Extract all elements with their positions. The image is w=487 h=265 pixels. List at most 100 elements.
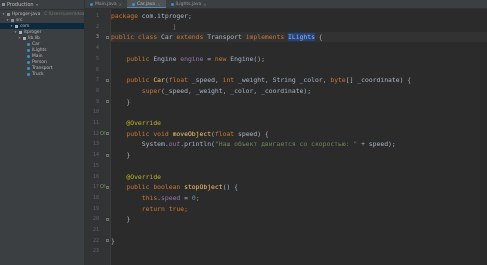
fold-icon[interactable] — [106, 217, 109, 221]
tab-main[interactable]: Main.java × — [85, 0, 127, 8]
code-token: } — [111, 236, 115, 245]
code-token: = — [203, 54, 215, 63]
code-token: ; — [184, 204, 188, 213]
code-line[interactable]: public class Car extends Transport imple… — [111, 32, 487, 43]
expand-arrow-icon: ▾ — [10, 24, 13, 28]
code-token: speed) { — [238, 129, 269, 138]
code-line[interactable]: } — [111, 236, 487, 246]
code-token: System. — [111, 140, 169, 149]
code-line[interactable]: @Override — [111, 172, 487, 182]
code-token: Transport — [207, 33, 246, 42]
line-number: 12 — [92, 130, 99, 137]
line-number: 23 — [92, 248, 99, 255]
code-token: new — [214, 54, 231, 63]
close-icon[interactable]: × — [157, 2, 160, 7]
fold-icon[interactable] — [106, 239, 109, 243]
code-token: [] _coordinate) { — [345, 76, 412, 85]
code-token: _speed, — [191, 76, 223, 85]
line-number: 21 — [92, 227, 99, 233]
close-icon[interactable]: × — [119, 2, 122, 7]
code-token: Engine — [153, 54, 181, 63]
fold-icon[interactable] — [106, 153, 109, 157]
code-line[interactable]: System.out.println("Наш объект двигается… — [111, 139, 487, 149]
code-line[interactable]: public Engine engine = new Engine(); — [111, 54, 487, 64]
tree-item-label: com — [20, 23, 30, 29]
tree-item-label: itproger — [24, 29, 42, 35]
code-line[interactable]: public Car(float _speed, int _weight, St… — [111, 75, 487, 85]
code-line[interactable]: } — [111, 150, 487, 160]
editor-tabs: Main.java × Car.java × ILights.java × — [85, 0, 487, 9]
chevron-down-icon[interactable]: ▾ — [36, 3, 39, 7]
code-token: = — [180, 193, 192, 202]
code-token: engine — [180, 54, 204, 63]
tab-label: Car.java — [136, 1, 156, 7]
code-line[interactable] — [111, 65, 487, 75]
code-token: float — [168, 76, 192, 85]
class-icon — [27, 48, 30, 52]
code-line[interactable]: this.speed = 0; — [111, 193, 487, 203]
code-token: com.itproger; — [141, 12, 192, 20]
project-panel-header[interactable]: Production ▾ — [0, 0, 84, 10]
folder-icon — [11, 18, 14, 22]
fold-icon[interactable] — [106, 35, 109, 39]
code-token: byte — [330, 76, 346, 85]
code-editor[interactable]: 1 2 3 4 5 6 7 8 9 10 11 12 O! 13 14 15 16 17 O! 18 19 20 21 22 2… — [85, 9, 487, 265]
code-line[interactable]: public boolean stopObject() { — [111, 182, 487, 192]
code-line[interactable] — [111, 107, 487, 117]
class-icon — [27, 54, 30, 58]
class-icon — [27, 72, 30, 76]
package-icon — [23, 36, 26, 40]
tree-item-label: lib.lib — [28, 35, 40, 41]
line-number: 2 — [95, 23, 99, 30]
code-line[interactable]: } — [111, 97, 487, 107]
code-line[interactable]: } — [111, 214, 487, 224]
fold-icon[interactable] — [106, 78, 109, 82]
fold-icon[interactable] — [106, 100, 109, 104]
class-icon — [27, 42, 30, 46]
code-line[interactable]: ] — [111, 22, 487, 32]
expand-arrow-icon: ▾ — [18, 36, 21, 40]
code-area[interactable]: package com.itproger; ] public class Car … — [111, 9, 487, 265]
code-token: (_speed, _weight, _color, _coordinate); — [161, 86, 312, 95]
line-number: 1 — [95, 13, 99, 19]
tree-item-label: Person — [32, 59, 47, 65]
tab-car[interactable]: Car.java × — [126, 0, 166, 8]
code-token: ILights — [288, 33, 315, 42]
code-token: package — [111, 12, 142, 20]
code-token: ] — [172, 22, 177, 31]
line-number: 14 — [92, 152, 99, 159]
code-line[interactable] — [111, 43, 487, 53]
code-line[interactable] — [111, 225, 487, 235]
fold-icon[interactable] — [106, 185, 109, 189]
tree-item-label: Hproger-java — [12, 11, 41, 17]
tab-ilights[interactable]: ILights.java × — [166, 0, 212, 8]
code-token: speed — [161, 193, 181, 202]
line-number: 4 — [95, 45, 99, 52]
code-line[interactable]: super(_speed, _weight, _color, _coordina… — [111, 86, 487, 96]
code-line[interactable]: package com.itproger; — [111, 11, 487, 21]
line-number: 11 — [92, 120, 99, 126]
line-number: 3 — [95, 34, 99, 41]
close-icon[interactable]: × — [203, 2, 206, 7]
expand-arrow-icon: ▾ — [14, 30, 17, 34]
code-line[interactable]: public void moveObject(float speed) { — [111, 129, 487, 139]
line-number: 9 — [95, 98, 99, 105]
code-token: public void — [111, 129, 173, 138]
code-line[interactable]: @Override — [111, 118, 487, 128]
editor-gutter[interactable]: 1 2 3 4 5 6 7 8 9 10 11 12 O! 13 14 15 16 17 O! 18 19 20 21 22 2… — [85, 9, 111, 265]
line-number: 20 — [92, 216, 99, 223]
fold-icon[interactable] — [106, 132, 109, 136]
code-line[interactable] — [111, 161, 487, 171]
line-number: 8 — [95, 87, 99, 94]
tree-item-label: src — [16, 17, 23, 23]
tree-item[interactable]: Truck — [0, 71, 84, 77]
code-line[interactable]: return true; — [111, 204, 487, 214]
class-icon — [90, 2, 93, 6]
project-view-icon — [2, 3, 5, 6]
code-token: Car — [153, 76, 165, 85]
code-line[interactable] — [111, 246, 487, 256]
tree-item-label: ILights — [32, 47, 47, 53]
tree-item-label: Car — [32, 41, 40, 47]
code-token: "Наш объект двигается со скоростью: " — [214, 140, 358, 149]
